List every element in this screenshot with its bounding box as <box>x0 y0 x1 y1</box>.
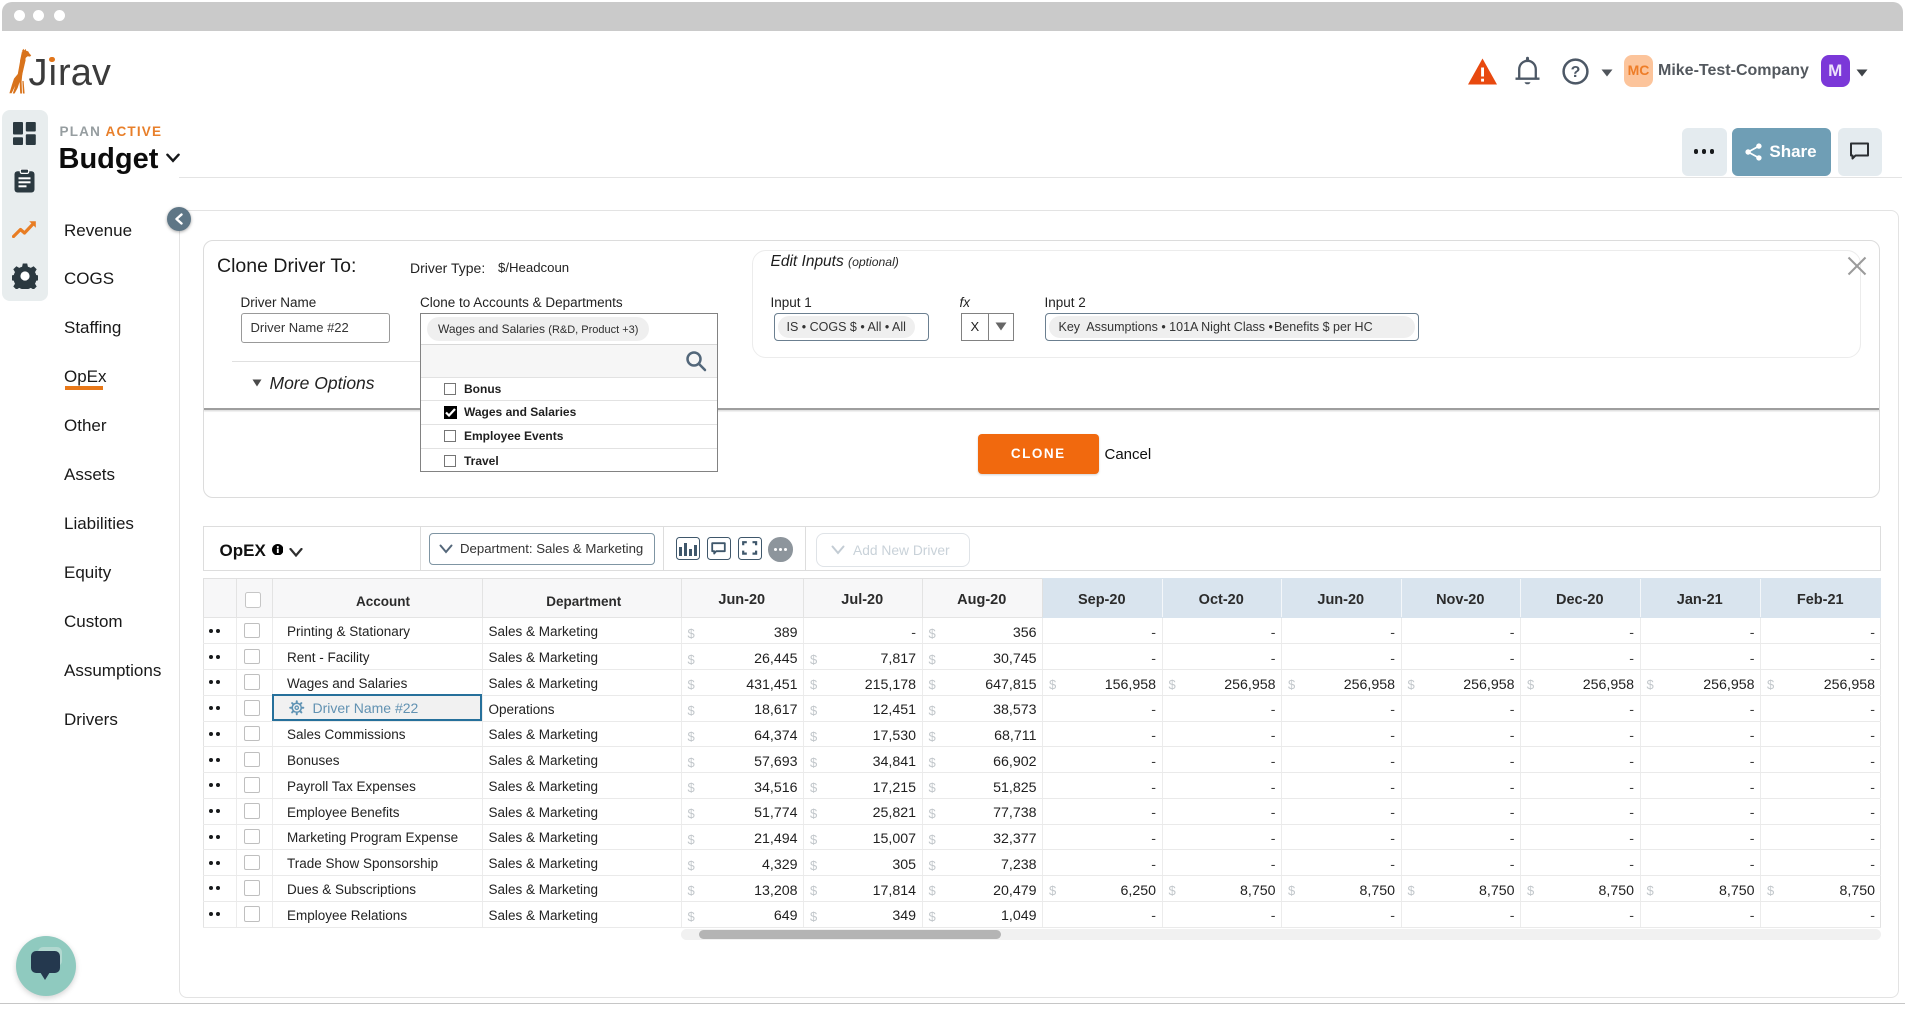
svg-text:?: ? <box>1571 64 1581 81</box>
